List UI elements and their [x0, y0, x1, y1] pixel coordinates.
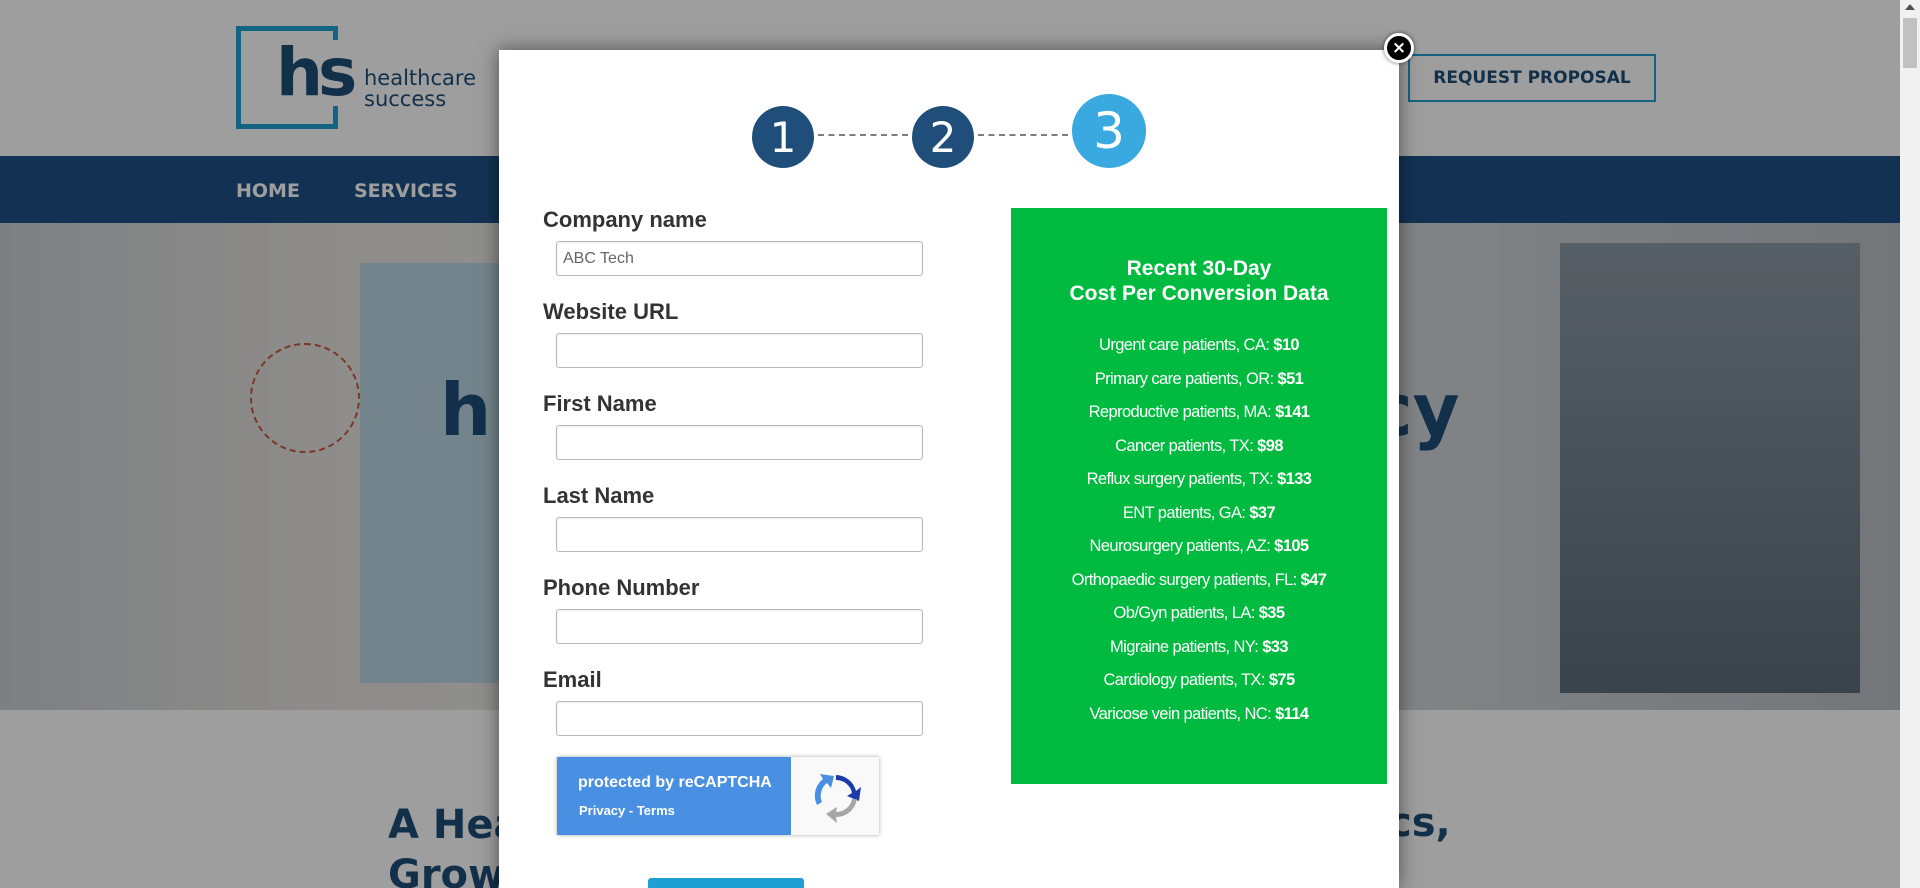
- row-label: Neurosurgery patients, AZ:: [1089, 537, 1275, 555]
- row-value: $114: [1275, 704, 1309, 723]
- website-url-label: Website URL: [543, 299, 679, 324]
- row-label: Ob/Gyn patients, LA:: [1113, 604, 1259, 622]
- step-connector-1: [818, 134, 908, 136]
- conversion-row: Ob/Gyn patients, LA: $35: [1011, 604, 1387, 638]
- conversion-row: Varicose vein patients, NC: $114: [1011, 705, 1387, 739]
- phone-number-label: Phone Number: [543, 575, 700, 600]
- submit-button[interactable]: [648, 878, 804, 888]
- step-2-indicator: 2: [912, 106, 974, 168]
- row-value: $133: [1277, 470, 1312, 488]
- row-value: $141: [1275, 403, 1310, 421]
- conversion-row: Reflux surgery patients, TX: $133: [1011, 470, 1387, 504]
- conversion-row: Orthopaedic surgery patients, FL: $47: [1011, 571, 1387, 605]
- conversion-row: Urgent care patients, CA: $10: [1011, 336, 1387, 370]
- row-label: Orthopaedic surgery patients, FL:: [1071, 570, 1301, 589]
- conversion-row: ENT patients, GA: $37: [1011, 504, 1387, 538]
- conversion-row: Neurosurgery patients, AZ: $105: [1011, 537, 1387, 571]
- row-label: Urgent care patients, CA:: [1099, 336, 1274, 354]
- recaptcha-badge[interactable]: protected by reCAPTCHA Privacy - Terms: [557, 757, 879, 835]
- company-name-input[interactable]: [556, 241, 923, 276]
- row-label: Cardiology patients, TX:: [1103, 671, 1269, 689]
- row-label: Reproductive patients, MA:: [1088, 403, 1276, 421]
- row-label: Varicose vein patients, NC:: [1089, 704, 1276, 723]
- row-value: $98: [1257, 436, 1283, 455]
- row-value: $35: [1258, 604, 1285, 622]
- last-name-label: Last Name: [543, 483, 655, 508]
- recaptcha-privacy-link[interactable]: Privacy: [579, 803, 625, 818]
- row-value: $75: [1268, 671, 1295, 689]
- first-name-label: First Name: [543, 391, 657, 416]
- close-icon: ×: [1391, 38, 1407, 58]
- company-name-label: Company name: [543, 207, 707, 232]
- panel-title-line-2: Cost Per Conversion Data: [1069, 282, 1329, 305]
- recaptcha-links: Privacy - Terms: [579, 803, 675, 818]
- website-url-input[interactable]: [556, 333, 923, 368]
- recaptcha-terms-link[interactable]: Terms: [637, 803, 675, 818]
- conversion-row: Cardiology patients, TX: $75: [1011, 671, 1387, 705]
- email-label: Email: [543, 667, 602, 692]
- phone-number-input[interactable]: [556, 609, 923, 644]
- row-value: $105: [1274, 537, 1309, 555]
- recaptcha-icon: [814, 774, 861, 823]
- conversion-row: Migraine patients, NY: $33: [1011, 638, 1387, 672]
- row-value: $33: [1262, 637, 1288, 656]
- conversion-row: Reproductive patients, MA: $141: [1011, 403, 1387, 437]
- step-1-indicator: 1: [752, 106, 814, 168]
- row-label: ENT patients, GA:: [1122, 503, 1250, 522]
- row-label: Cancer patients, TX:: [1115, 436, 1258, 455]
- first-name-input[interactable]: [556, 425, 923, 460]
- step-3-indicator-active: 3: [1072, 94, 1146, 168]
- row-value: $10: [1273, 336, 1299, 354]
- row-label: Reflux surgery patients, TX:: [1086, 470, 1278, 488]
- conversion-row: Cancer patients, TX: $98: [1011, 437, 1387, 471]
- row-label: Migraine patients, NY:: [1110, 637, 1263, 656]
- last-name-input[interactable]: [556, 517, 923, 552]
- page-scrollbar[interactable]: [1900, 0, 1920, 888]
- recaptcha-label-area: protected by reCAPTCHA Privacy - Terms: [557, 757, 791, 835]
- conversion-list: Urgent care patients, CA: $10 Primary ca…: [1011, 336, 1387, 738]
- scrollbar-thumb[interactable]: [1903, 18, 1917, 68]
- recaptcha-title: protected by reCAPTCHA: [578, 774, 772, 791]
- row-value: $37: [1249, 503, 1276, 522]
- panel-title-line-1: Recent 30-Day: [1126, 257, 1272, 280]
- step-connector-2: [978, 134, 1068, 136]
- row-label: Primary care patients, OR:: [1094, 369, 1278, 388]
- conversion-row: Primary care patients, OR: $51: [1011, 370, 1387, 404]
- row-value: $51: [1277, 369, 1304, 388]
- row-value: $47: [1300, 570, 1327, 589]
- scroll-up-arrow-icon[interactable]: [1905, 4, 1915, 10]
- recaptcha-link-separator: -: [625, 803, 637, 818]
- email-input[interactable]: [556, 701, 923, 736]
- close-modal-button[interactable]: ×: [1384, 33, 1414, 63]
- conversion-data-panel: Recent 30-Day Cost Per Conversion Data U…: [1011, 208, 1387, 784]
